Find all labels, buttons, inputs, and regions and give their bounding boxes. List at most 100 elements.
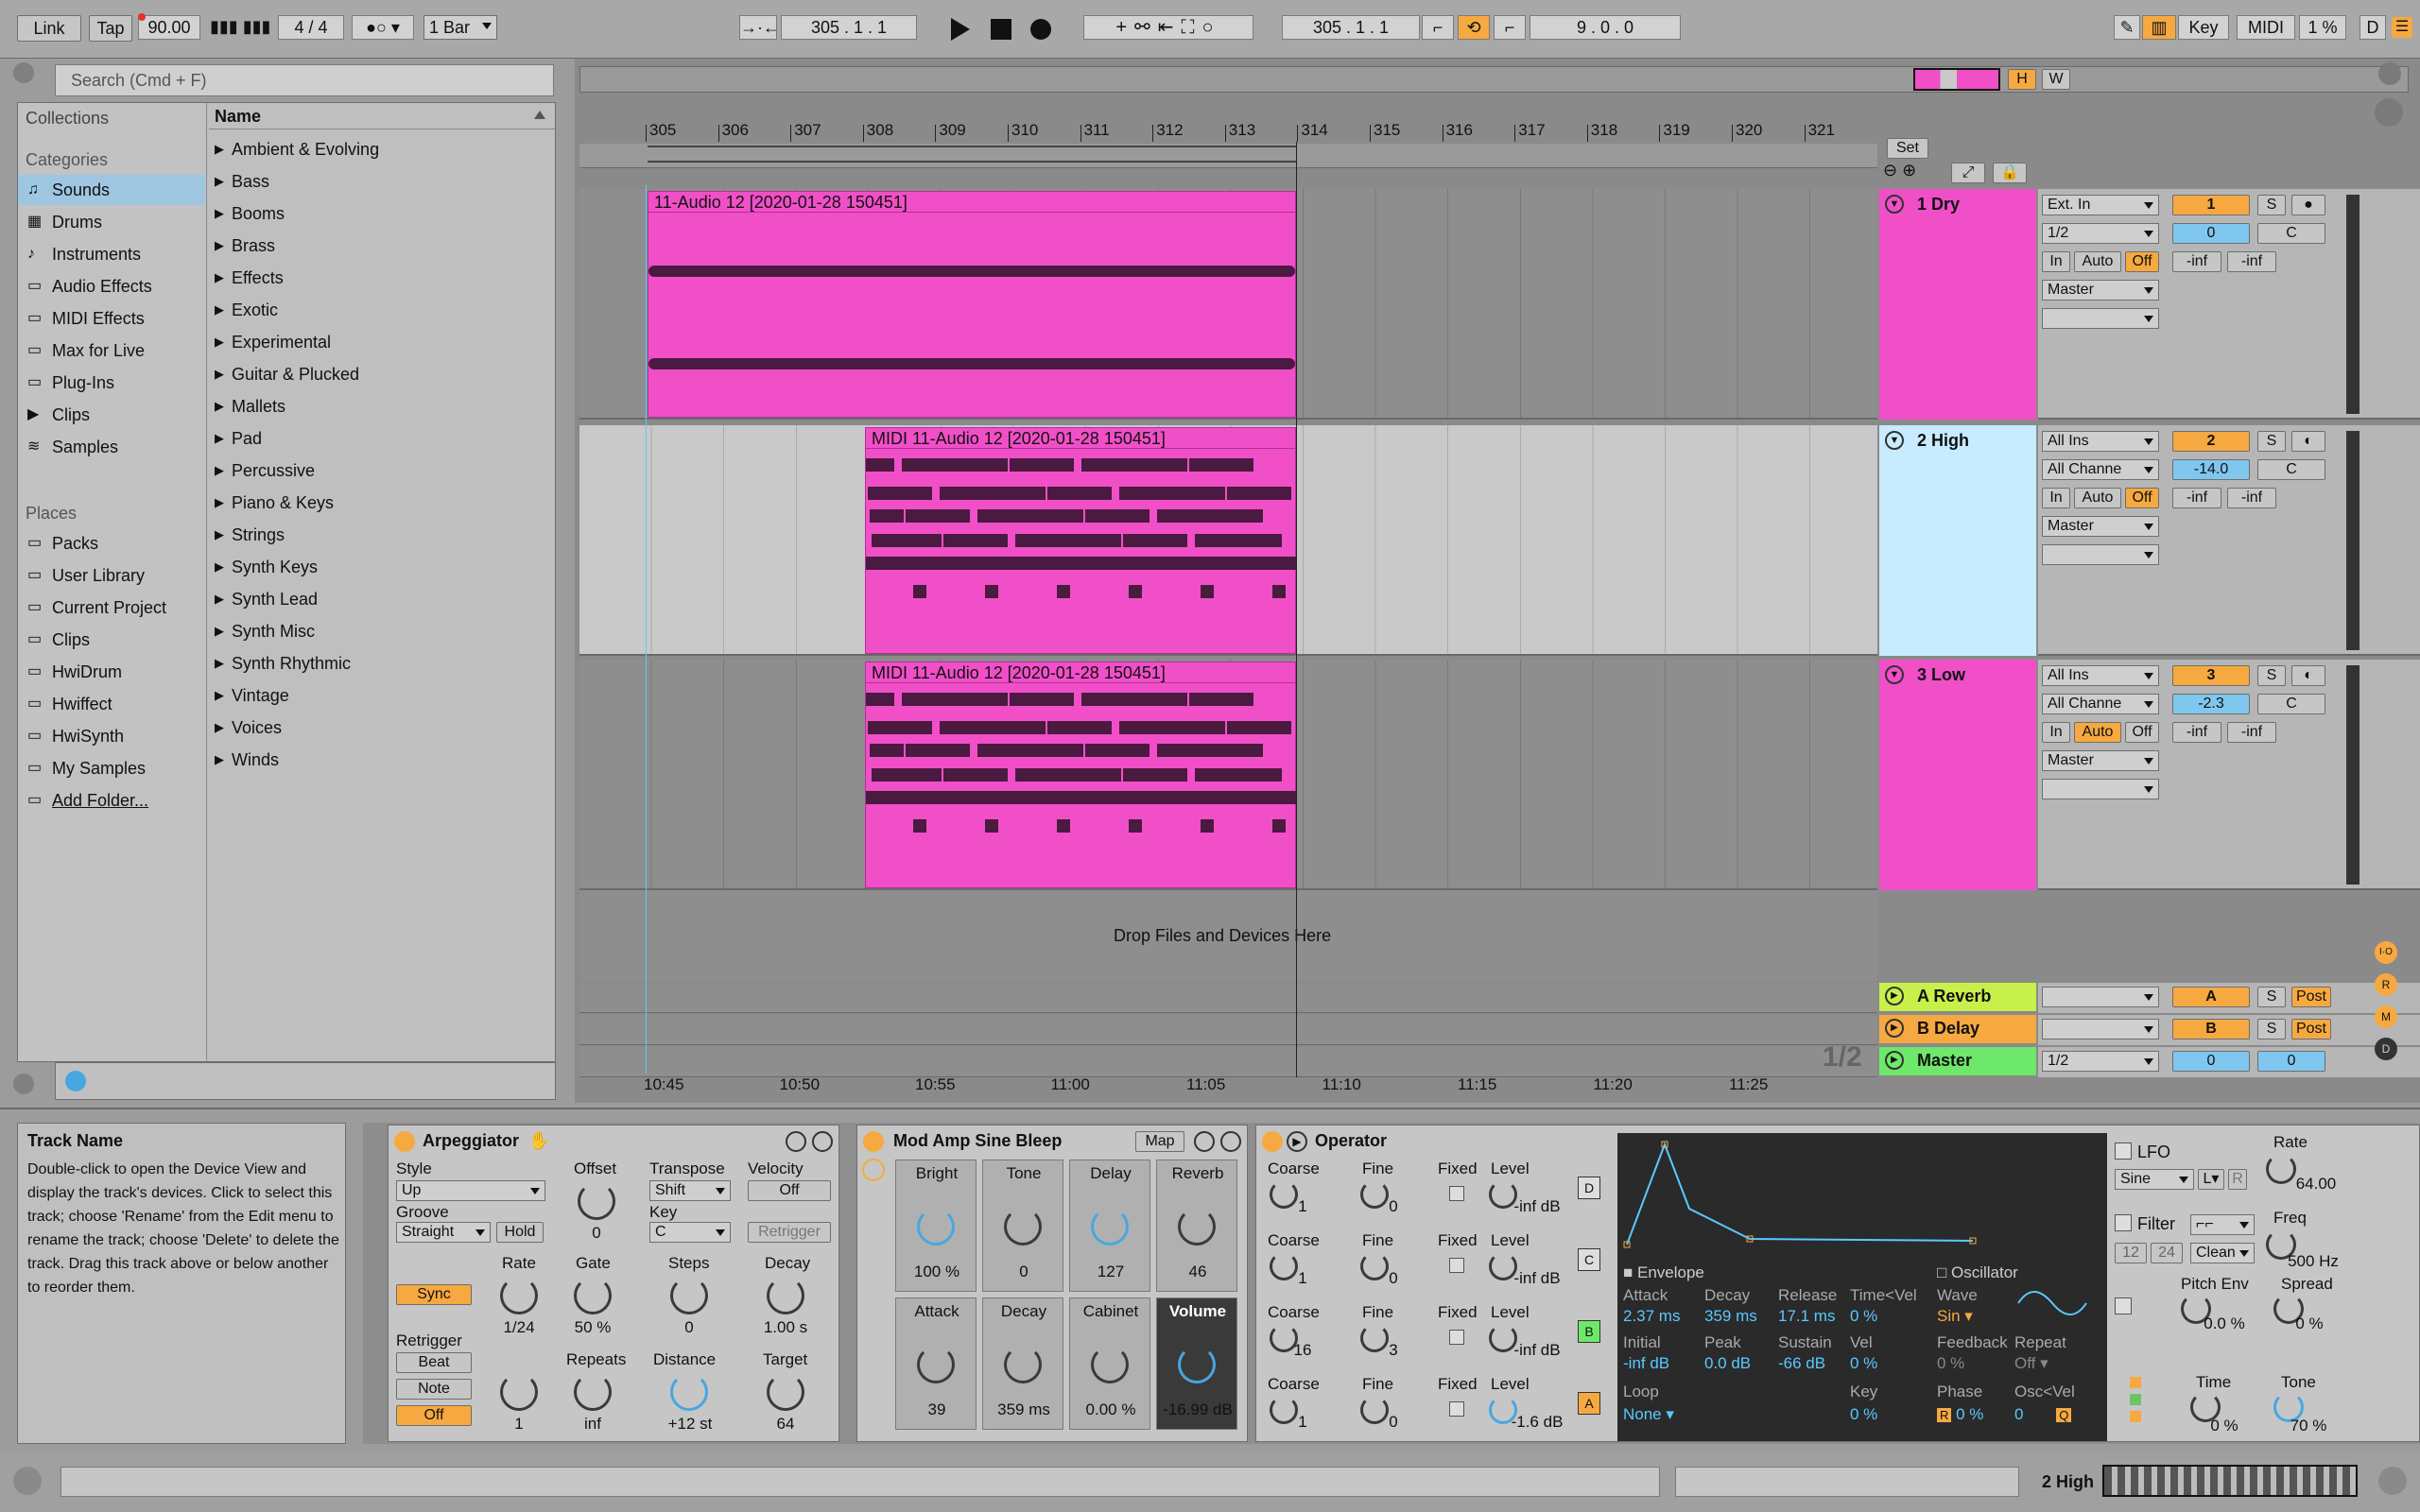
expand-icon[interactable]: ▶ <box>1885 1051 1904 1070</box>
play-icon[interactable] <box>951 18 970 41</box>
track-header[interactable]: ▼ 1 Dry <box>1879 189 2036 420</box>
macro-knob[interactable] <box>1178 1208 1216 1246</box>
search-input[interactable]: Search (Cmd + F) <box>55 64 554 96</box>
master-pan[interactable]: 0 <box>2257 1051 2325 1072</box>
repeats-knob[interactable] <box>574 1373 612 1411</box>
macro-knob[interactable] <box>917 1208 955 1246</box>
key-value[interactable]: 0 % <box>1850 1405 1877 1424</box>
monitor-auto-button[interactable]: Auto <box>2074 722 2121 743</box>
tempo-field[interactable]: 90.00 <box>138 15 200 40</box>
expand-arrow-icon[interactable]: ▶ <box>215 424 224 453</box>
hold-button[interactable]: Hold <box>496 1222 544 1243</box>
solo-button[interactable]: S <box>2257 665 2286 686</box>
category-plug-ins[interactable]: ▭ Plug-Ins <box>18 368 205 398</box>
browser-item[interactable]: ▶ Guitar & Plucked <box>213 360 359 388</box>
midi-map-button[interactable]: MIDI <box>2237 15 2295 40</box>
expand-arrow-icon[interactable]: ▶ <box>215 392 224 421</box>
rack-save-icon[interactable] <box>1220 1131 1241 1152</box>
mixer-toggle-icon[interactable]: M <box>2375 1005 2397 1028</box>
category-clips[interactable]: ▶ Clips <box>18 400 205 430</box>
macro-6[interactable]: Decay 359 ms <box>982 1297 1063 1430</box>
link-button[interactable]: Link <box>17 15 81 42</box>
macro-5[interactable]: Attack 39 <box>895 1297 977 1430</box>
return-solo-button[interactable]: S <box>2257 1019 2286 1040</box>
macro-7[interactable]: Cabinet 0.00 % <box>1069 1297 1150 1430</box>
pan-field[interactable]: C <box>2257 459 2325 480</box>
arm-button[interactable]: ● <box>2291 195 2325 215</box>
track-header[interactable]: ▼ 2 High <box>1879 425 2036 656</box>
expand-arrow-icon[interactable]: ▶ <box>215 264 224 292</box>
return-header[interactable]: ▶ Master <box>1879 1047 2036 1075</box>
envelope-graph[interactable] <box>1617 1133 2107 1265</box>
expand-arrow-icon[interactable]: ▶ <box>215 585 224 613</box>
place-user-library[interactable]: ▭ User Library <box>18 560 205 591</box>
track-name[interactable]: 3 Low <box>1917 665 1965 685</box>
monitor-auto-button[interactable]: Auto <box>2074 251 2121 272</box>
macro-knob[interactable] <box>917 1346 955 1383</box>
punch-in-icon[interactable]: ⌐ <box>1422 15 1454 40</box>
browser-item[interactable]: ▶ Ambient & Evolving <box>213 135 379 163</box>
timevel-value[interactable]: 0 % <box>1850 1307 1877 1326</box>
expand-icon[interactable]: ▶ <box>1885 1019 1904 1038</box>
category-max-for-live[interactable]: ▭ Max for Live <box>18 335 205 366</box>
arp-power-icon[interactable] <box>394 1131 415 1152</box>
category-drums[interactable]: ▦ Drums <box>18 207 205 237</box>
monitor-off-button[interactable]: Off <box>2125 251 2159 272</box>
macro-knob[interactable] <box>1091 1208 1129 1246</box>
fold-track-icon[interactable]: ▼ <box>1885 195 1904 214</box>
browser-toggle-icon[interactable] <box>13 62 34 83</box>
retrigger-button[interactable]: Retrigger <box>748 1222 831 1243</box>
arrangement-tools[interactable]: +⚯⇤⛶○ <box>1083 15 1253 40</box>
arm-button[interactable]: ◐ <box>2291 665 2325 686</box>
pan-field[interactable]: C <box>2257 223 2325 244</box>
output-menu[interactable]: Master <box>2042 516 2159 537</box>
track-lane[interactable]: 11-Audio 12 [2020-01-28 150451] <box>579 189 1877 420</box>
key-map-button[interactable]: Key <box>2178 15 2229 40</box>
feedback-value[interactable]: 0 % <box>1937 1354 1964 1373</box>
lock-icon[interactable]: 🔒 <box>1993 163 2027 183</box>
return-solo-button[interactable]: S <box>2257 987 2286 1007</box>
io-toggle-icon[interactable]: I·O <box>2375 941 2397 964</box>
browser-item[interactable]: ▶ Bass <box>213 167 269 196</box>
place-clips[interactable]: ▭ Clips <box>18 625 205 655</box>
vel-value[interactable]: 0 % <box>1850 1354 1877 1373</box>
solo-button[interactable]: S <box>2257 195 2286 215</box>
fold-track-icon[interactable]: ▼ <box>1885 431 1904 450</box>
browser-item[interactable]: ▶ Voices <box>213 713 282 742</box>
category-midi-effects[interactable]: ▭ MIDI Effects <box>18 303 205 334</box>
master-volume[interactable]: 0 <box>2172 1051 2250 1072</box>
expand-arrow-icon[interactable]: ▶ <box>215 746 224 774</box>
overdub-toggle[interactable]: ●○ ▾ <box>352 15 414 40</box>
expand-arrow-icon[interactable]: ▶ <box>215 167 224 196</box>
input-type-menu[interactable]: All Ins <box>2042 665 2159 686</box>
phase-value[interactable]: R 0 % <box>1937 1405 1983 1424</box>
rack-power-icon[interactable] <box>863 1131 884 1152</box>
operator-play-icon[interactable]: ▶ <box>1287 1131 1307 1152</box>
track-name[interactable]: 2 High <box>1917 431 1969 451</box>
expand-arrow-icon[interactable]: ▶ <box>215 681 224 710</box>
return-header[interactable]: ▶ B Delay <box>1879 1015 2036 1043</box>
browser-item[interactable]: ▶ Experimental <box>213 328 331 356</box>
drop-area[interactable]: Drop Files and Devices Here <box>579 890 1877 981</box>
status-left-icon[interactable] <box>13 1467 42 1495</box>
map-button[interactable]: Map <box>1135 1131 1184 1152</box>
fixed-checkbox[interactable] <box>1449 1401 1464 1417</box>
draw-mode-icon[interactable]: ✎ <box>2114 15 2140 40</box>
macro-1[interactable]: Bright 100 % <box>895 1160 977 1292</box>
place-packs[interactable]: ▭ Packs <box>18 528 205 558</box>
sustain-value[interactable]: -66 dB <box>1778 1354 1825 1373</box>
loop-brace-lane[interactable] <box>579 144 1877 168</box>
pan-field[interactable]: C <box>2257 694 2325 714</box>
output-channel-menu[interactable] <box>2042 308 2159 329</box>
macro-4[interactable]: Reverb 46 <box>1156 1160 1237 1292</box>
peak-value[interactable]: 0.0 dB <box>1704 1354 1751 1373</box>
expand-arrow-icon[interactable]: ▶ <box>215 456 224 485</box>
oscvel-value[interactable]: 0 Q <box>2014 1405 2072 1424</box>
keyboard-icon[interactable]: ▥ <box>2142 15 2176 40</box>
expand-arrow-icon[interactable]: ▶ <box>215 713 224 742</box>
song-position[interactable]: 305 . 1 . 1 <box>781 15 917 40</box>
decay-value[interactable]: 359 ms <box>1704 1307 1757 1326</box>
filter-type-menu[interactable]: ⌐⌐ <box>2190 1214 2255 1235</box>
pitch-env-checkbox[interactable] <box>2115 1297 2132 1314</box>
filter-checkbox[interactable] <box>2115 1214 2132 1231</box>
